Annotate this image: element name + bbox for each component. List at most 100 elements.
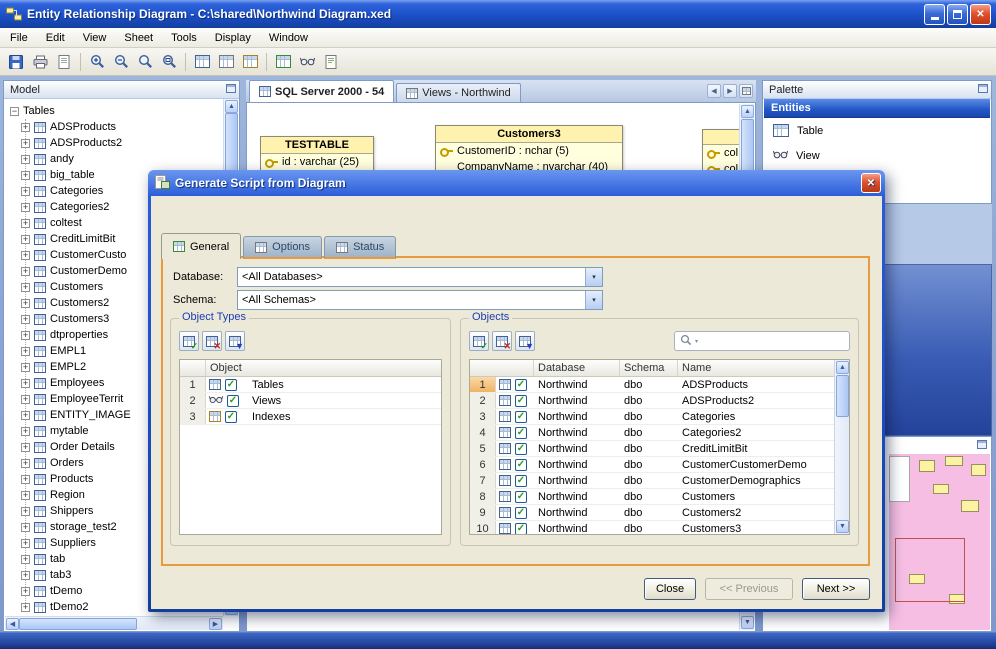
object-row[interactable]: 9 ✓ Northwind dbo Customers2	[470, 505, 849, 521]
print-button[interactable]	[28, 50, 52, 73]
minimize-button[interactable]	[924, 3, 945, 25]
menu-item-view[interactable]: View	[74, 28, 116, 47]
objects-grid-scrollbar[interactable]: ▲ ▼	[834, 360, 849, 534]
zoom-out-button[interactable]	[109, 50, 133, 73]
column-list-button[interactable]	[214, 50, 238, 73]
tab-general[interactable]: General	[161, 233, 242, 259]
expand-icon[interactable]: +	[21, 538, 30, 548]
dropdown-icon[interactable]: ▾	[585, 268, 602, 286]
expand-icon[interactable]: +	[21, 314, 30, 324]
expand-icon[interactable]: +	[21, 346, 30, 356]
model-horizontal-scrollbar[interactable]: ◀ ▶	[5, 616, 223, 630]
uncheck-all-button[interactable]: ✕	[202, 331, 222, 351]
tree-item-table[interactable]: + andy	[21, 151, 223, 167]
row-checkbox[interactable]: ✓	[225, 378, 237, 391]
palette-item-view[interactable]: View	[764, 143, 990, 168]
row-checkbox[interactable]: ✓	[227, 394, 239, 407]
row-checkbox[interactable]: ✓	[515, 442, 527, 455]
check-all-button[interactable]: ✓	[469, 331, 489, 351]
menu-item-file[interactable]: File	[1, 28, 37, 47]
scroll-thumb[interactable]	[741, 119, 754, 175]
dropdown-icon[interactable]: ▾	[585, 291, 602, 309]
generate-script-button[interactable]	[319, 50, 343, 73]
expand-icon[interactable]: +	[21, 586, 30, 596]
expand-icon[interactable]: +	[21, 218, 30, 228]
menu-item-window[interactable]: Window	[260, 28, 317, 47]
float-panel-icon[interactable]	[977, 440, 987, 452]
tab-status[interactable]: Status	[324, 236, 397, 259]
expand-icon[interactable]: +	[21, 122, 30, 132]
title-bar[interactable]: Entity Relationship Diagram - C:\shared\…	[0, 0, 996, 28]
save-button[interactable]	[4, 50, 28, 73]
tab-options[interactable]: Options	[243, 236, 323, 259]
expand-icon[interactable]: +	[21, 458, 30, 468]
maximize-button[interactable]	[947, 3, 968, 25]
row-checkbox[interactable]: ✓	[225, 410, 237, 423]
row-checkbox[interactable]: ✓	[515, 378, 527, 391]
tree-item-table[interactable]: + ADSProducts	[21, 119, 223, 135]
expand-icon[interactable]: +	[21, 378, 30, 388]
expand-icon[interactable]: +	[21, 410, 30, 420]
object-type-row-indexes[interactable]: 3 ✓ Indexes	[180, 409, 441, 425]
palette-group-entities[interactable]: Entities	[764, 99, 990, 118]
collapse-icon[interactable]: −	[10, 106, 19, 116]
expand-icon[interactable]: +	[21, 474, 30, 484]
scroll-down-icon[interactable]: ▼	[836, 520, 849, 533]
close-button[interactable]: ✕	[970, 3, 991, 25]
row-checkbox[interactable]: ✓	[515, 506, 527, 519]
row-checkbox[interactable]: ✓	[515, 474, 527, 487]
invert-check-button[interactable]: ▼	[515, 331, 535, 351]
diagram-minimap[interactable]	[889, 454, 990, 630]
expand-icon[interactable]: +	[21, 186, 30, 196]
objects-search-input[interactable]: ▾	[674, 331, 850, 351]
object-row[interactable]: 1 ✓ Northwind dbo ADSProducts	[470, 377, 849, 393]
expand-icon[interactable]: +	[21, 442, 30, 452]
add-view-button[interactable]	[295, 50, 319, 73]
expand-icon[interactable]: +	[21, 506, 30, 516]
expand-icon[interactable]: +	[21, 234, 30, 244]
expand-icon[interactable]: +	[21, 394, 30, 404]
expand-icon[interactable]: +	[21, 266, 30, 276]
menu-item-tools[interactable]: Tools	[162, 28, 206, 47]
tree-item-table[interactable]: + ADSProducts2	[21, 135, 223, 151]
object-row[interactable]: 6 ✓ Northwind dbo CustomerCustomerDemo	[470, 457, 849, 473]
tab-prev-icon[interactable]: ◀	[707, 84, 721, 98]
scroll-left-icon[interactable]: ◀	[6, 618, 19, 630]
invert-check-button[interactable]: ▼	[225, 331, 245, 351]
zoom-actual-button[interactable]	[133, 50, 157, 73]
object-type-row-tables[interactable]: 1 ✓ Tables	[180, 377, 441, 393]
expand-icon[interactable]: +	[21, 362, 30, 372]
object-row[interactable]: 8 ✓ Northwind dbo Customers	[470, 489, 849, 505]
scroll-thumb[interactable]	[19, 618, 137, 630]
expand-icon[interactable]: +	[21, 330, 30, 340]
uncheck-all-button[interactable]: ✕	[492, 331, 512, 351]
scroll-right-icon[interactable]: ▶	[209, 618, 222, 630]
dialog-close-button[interactable]: ✕	[861, 173, 881, 193]
menu-item-edit[interactable]: Edit	[37, 28, 74, 47]
expand-icon[interactable]: +	[21, 522, 30, 532]
scroll-up-icon[interactable]: ▲	[741, 105, 754, 118]
expand-icon[interactable]: +	[21, 602, 30, 612]
row-checkbox[interactable]: ✓	[515, 458, 527, 471]
object-column-header[interactable]: Object	[206, 360, 441, 376]
object-row[interactable]: 3 ✓ Northwind dbo Categories	[470, 409, 849, 425]
zoom-in-button[interactable]	[85, 50, 109, 73]
expand-icon[interactable]: +	[21, 490, 30, 500]
scroll-up-icon[interactable]: ▲	[836, 361, 849, 374]
index-list-button[interactable]	[238, 50, 262, 73]
tab-views-northwind[interactable]: Views - Northwind	[396, 83, 521, 102]
expand-icon[interactable]: +	[21, 170, 30, 180]
print-preview-button[interactable]	[52, 50, 76, 73]
expand-icon[interactable]: +	[21, 570, 30, 580]
database-column-header[interactable]: Database	[534, 360, 620, 376]
dialog-title-bar[interactable]: Generate Script from Diagram ✕	[151, 170, 882, 196]
add-table-button[interactable]	[271, 50, 295, 73]
scroll-up-icon[interactable]: ▲	[225, 100, 238, 113]
object-row[interactable]: 10 ✓ Northwind dbo Customers3	[470, 521, 849, 534]
scroll-thumb[interactable]	[836, 375, 849, 417]
zoom-fit-button[interactable]	[157, 50, 181, 73]
table-list-button[interactable]	[190, 50, 214, 73]
schema-column-header[interactable]: Schema	[620, 360, 678, 376]
name-column-header[interactable]: Name	[678, 360, 849, 376]
tab-list-icon[interactable]	[739, 84, 753, 98]
